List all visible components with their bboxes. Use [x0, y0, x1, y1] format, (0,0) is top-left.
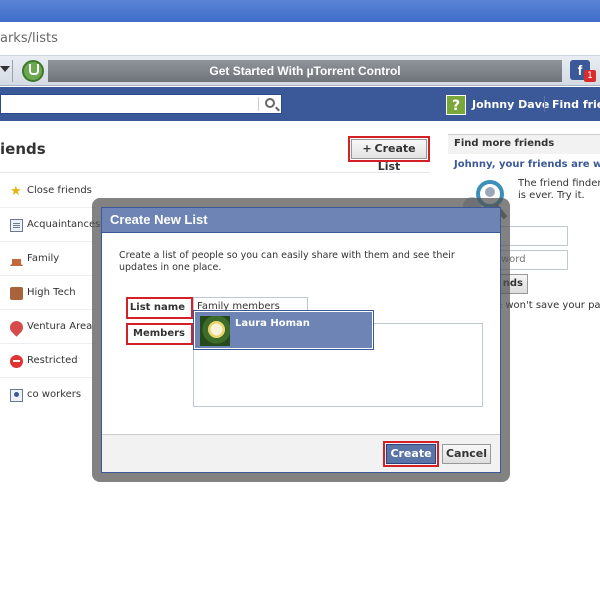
privacy-note: e won't save your pass	[496, 300, 600, 311]
suggestion-name: Laura Homan	[235, 318, 310, 329]
create-list-label: Create List	[374, 142, 416, 173]
browser-toolbar: Get Started With µTorrent Control	[0, 56, 600, 86]
list-item-label: High Tech	[27, 287, 76, 298]
address-bar[interactable]: arks/lists	[0, 22, 600, 56]
list-item-label: co workers	[27, 389, 82, 400]
house-icon-body	[12, 259, 21, 266]
content-divider	[0, 172, 430, 173]
search-divider	[258, 97, 259, 111]
list-name-label: List name	[126, 297, 193, 319]
dialog-footer: Create Cancel	[102, 434, 500, 472]
dialog-description: Create a list of people so you can easil…	[119, 250, 455, 273]
profile-link[interactable]: Johnny Dave	[472, 98, 549, 111]
restricted-icon	[10, 355, 23, 368]
list-item-label: Family	[27, 253, 60, 264]
person-card-icon	[10, 389, 23, 402]
list-item-co-workers[interactable]: co workers	[0, 378, 96, 412]
list-item-label: Close friends	[27, 185, 92, 196]
list-item-label: Restricted	[27, 355, 78, 366]
cancel-button[interactable]: Cancel	[442, 444, 491, 464]
list-item-restricted[interactable]: Restricted	[0, 344, 96, 378]
search-input[interactable]	[0, 94, 282, 114]
list-item-family[interactable]: Family	[0, 242, 96, 276]
list-item-label: Ventura Area	[27, 321, 93, 332]
create-button[interactable]: Create	[383, 441, 439, 467]
list-item-ventura-area[interactable]: Ventura Area	[0, 310, 96, 344]
member-suggestion-dropdown: Laura Homan	[193, 310, 374, 350]
plus-icon: +	[362, 142, 372, 155]
page-title: iends	[0, 140, 46, 158]
list-item-close-friends[interactable]: ★ Close friends	[0, 174, 96, 208]
notification-count-badge: 1	[584, 70, 596, 82]
find-friends-link[interactable]: Find frien	[552, 98, 600, 111]
search-icon[interactable]	[265, 98, 275, 108]
list-item-high-tech[interactable]: High Tech	[0, 276, 96, 310]
address-text[interactable]: arks/lists	[0, 31, 58, 46]
avatar	[200, 316, 230, 346]
facebook-header: ? Johnny Dave Find frien	[0, 87, 600, 121]
toolbar-divider	[12, 60, 13, 82]
screen: arks/lists Get Started With µTorrent Con…	[0, 0, 600, 600]
star-icon: ★	[10, 184, 22, 199]
acquaintances-icon	[10, 219, 23, 232]
find-more-subheading: Johnny, your friends are wait	[454, 159, 600, 170]
help-icon[interactable]: ?	[446, 95, 466, 115]
browser-title-strip	[0, 0, 600, 22]
utorrent-logo-icon[interactable]	[22, 60, 44, 82]
dialog-title: Create New List	[102, 208, 500, 233]
briefcase-icon	[10, 287, 23, 300]
member-suggestion-item[interactable]: Laura Homan	[195, 312, 372, 348]
email-field[interactable]	[500, 226, 568, 246]
dropdown-arrow-icon[interactable]	[0, 66, 10, 72]
header-divider	[544, 96, 545, 112]
list-item-acquaintances[interactable]: Acquaintances	[0, 208, 100, 242]
password-field[interactable]: word	[500, 250, 568, 270]
create-list-button[interactable]: + Create List	[348, 136, 430, 173]
friend-finder-description: The friend finder is ever. Try it.	[518, 178, 600, 201]
location-pin-icon	[7, 318, 26, 337]
utorrent-banner[interactable]: Get Started With µTorrent Control	[48, 60, 562, 82]
list-item-label: Acquaintances	[27, 219, 101, 230]
find-more-header: Find more friends	[448, 134, 600, 154]
create-list-dialog: Create New List Create a list of people …	[101, 207, 501, 473]
members-label: Members	[126, 323, 193, 345]
